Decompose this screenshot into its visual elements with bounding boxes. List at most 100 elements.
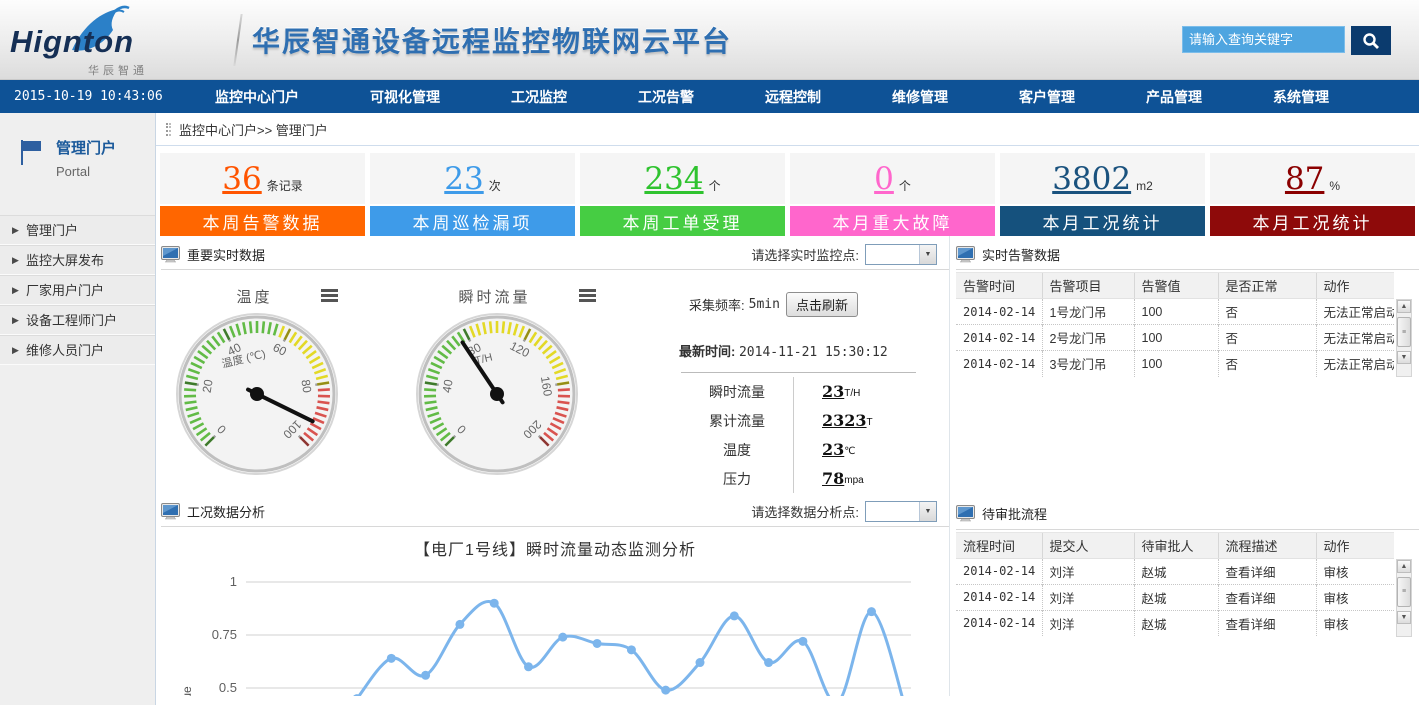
app-title: 华辰智通设备远程监控物联网云平台 bbox=[252, 20, 732, 60]
search-input[interactable] bbox=[1182, 26, 1345, 53]
table-cell: 否 bbox=[1218, 325, 1316, 351]
stat-card-3[interactable]: 0个本月重大故障 bbox=[790, 153, 995, 236]
stat-card-2[interactable]: 234个本周工单受理 bbox=[580, 153, 785, 236]
table-row[interactable]: 2014-02-143号龙门吊100否无法正常启动 bbox=[956, 351, 1394, 377]
monitor-icon bbox=[161, 246, 180, 263]
stat-value: 3802 bbox=[1052, 161, 1131, 197]
nav-item-3[interactable]: 工况告警 bbox=[638, 87, 694, 107]
arrow-right-icon: ▶ bbox=[12, 216, 19, 245]
table-cell: 无法正常启动 bbox=[1316, 325, 1394, 351]
table-cell: 100 bbox=[1134, 299, 1218, 325]
metric-label: 瞬时流量 bbox=[681, 382, 793, 402]
svg-text:40: 40 bbox=[440, 378, 456, 394]
sidebar-item-2[interactable]: ▶厂家用户门户 bbox=[0, 275, 155, 305]
logo-text: Hignton bbox=[10, 24, 134, 60]
nav-item-2[interactable]: 工况监控 bbox=[511, 87, 567, 107]
nav-item-4[interactable]: 远程控制 bbox=[765, 87, 821, 107]
temperature-gauge: 020406080100温度 (℃) bbox=[173, 310, 341, 478]
metric-row-3: 压力78mpa bbox=[681, 464, 916, 493]
column-header: 动作 bbox=[1316, 532, 1394, 558]
stat-card-0[interactable]: 36条记录本周告警数据 bbox=[160, 153, 365, 236]
column-header: 告警值 bbox=[1134, 273, 1218, 299]
metric-value-wrap: 78mpa bbox=[793, 464, 864, 493]
stat-value-area: 234个 bbox=[580, 153, 785, 204]
table-cell: 2014-02-14 bbox=[956, 584, 1042, 610]
table-cell: 刘洋 bbox=[1042, 558, 1134, 584]
column-header: 是否正常 bbox=[1218, 273, 1316, 299]
nav-items: 监控中心门户 可视化管理 工况监控 工况告警 远程控制 维修管理 客户管理 产品管理 系统管理 bbox=[215, 87, 1419, 107]
scrollbar[interactable]: ▲ ≡ ▼ bbox=[1396, 559, 1412, 637]
column-header: 提交人 bbox=[1042, 532, 1134, 558]
search-button[interactable] bbox=[1351, 26, 1391, 55]
stat-value-area: 87% bbox=[1210, 153, 1415, 204]
breadcrumb[interactable]: 监控中心门户>> 管理门户 bbox=[156, 113, 1419, 146]
table-cell: 100 bbox=[1134, 325, 1218, 351]
sidebar-item-1[interactable]: ▶ 监控大屏发布 bbox=[0, 245, 155, 275]
table-cell: 2号龙门吊 bbox=[1042, 325, 1134, 351]
nav-item-0[interactable]: 监控中心门户 bbox=[215, 87, 299, 107]
table-cell: 审核 bbox=[1316, 610, 1394, 636]
scrollbar-thumb[interactable]: ≡ bbox=[1397, 577, 1411, 607]
analysis-point-select-label: 请选择数据分析点: bbox=[751, 502, 859, 521]
scroll-up-icon[interactable]: ▲ bbox=[1397, 300, 1411, 313]
metric-value-wrap: 23℃ bbox=[793, 435, 856, 464]
table-cell: 2014-02-14 bbox=[956, 299, 1042, 325]
table-row[interactable]: 2014-02-142号龙门吊100否无法正常启动 bbox=[956, 325, 1394, 351]
stat-card-4[interactable]: 3802m2本月工况统计 bbox=[1000, 153, 1205, 236]
realtime-section-title: 重要实时数据 bbox=[187, 245, 265, 264]
hamburger-menu-icon[interactable] bbox=[579, 289, 596, 304]
stat-value: 23 bbox=[444, 161, 483, 197]
alarm-section-header: 实时告警数据 bbox=[956, 239, 1419, 270]
dropdown-arrow-icon[interactable]: ▼ bbox=[919, 502, 936, 521]
arrow-right-icon: ▶ bbox=[12, 246, 19, 275]
metric-unit: mpa bbox=[844, 475, 863, 486]
refresh-button[interactable]: 点击刷新 bbox=[786, 292, 858, 317]
table-cell: 审核 bbox=[1316, 584, 1394, 610]
stat-card-5[interactable]: 87%本月工况统计 bbox=[1210, 153, 1415, 236]
nav-item-7[interactable]: 产品管理 bbox=[1146, 87, 1202, 107]
sidebar-item-4[interactable]: ▶维修人员门户 bbox=[0, 335, 155, 365]
sidebar-item-3[interactable]: ▶设备工程师门户 bbox=[0, 305, 155, 335]
monitor-icon bbox=[956, 246, 975, 263]
monitor-point-select[interactable]: ▼ bbox=[865, 244, 937, 265]
metric-unit: T/H bbox=[844, 388, 860, 399]
main-content: 监控中心门户>> 管理门户 36条记录本周告警数据23次本周巡检漏项234个本周… bbox=[156, 113, 1419, 705]
logo: Hignton 华辰智通 bbox=[10, 6, 235, 76]
freq-label: 采集频率: bbox=[689, 295, 745, 314]
stat-card-1[interactable]: 23次本周巡检漏项 bbox=[370, 153, 575, 236]
flow-gauge: 04080120160200T/H bbox=[413, 310, 581, 478]
table-cell: 无法正常启动 bbox=[1316, 299, 1394, 325]
scrollbar-thumb[interactable]: ≡ bbox=[1397, 317, 1411, 347]
scroll-down-icon[interactable]: ▼ bbox=[1397, 351, 1411, 364]
nav-item-5[interactable]: 维修管理 bbox=[892, 87, 948, 107]
flag-icon bbox=[16, 137, 46, 167]
scrollbar[interactable]: ▲ ≡ ▼ bbox=[1396, 299, 1412, 377]
table-row[interactable]: 2014-02-14刘洋赵城查看详细审核 bbox=[956, 558, 1394, 584]
metric-unit: ℃ bbox=[844, 446, 855, 457]
breadcrumb-text: 监控中心门户>> 管理门户 bbox=[179, 120, 328, 139]
analysis-point-select-value bbox=[866, 502, 919, 521]
monitor-icon bbox=[956, 505, 975, 522]
table-row[interactable]: 2014-02-14刘洋赵城查看详细审核 bbox=[956, 610, 1394, 636]
sidebar-item-0[interactable]: ▶管理门户 bbox=[0, 215, 155, 245]
metric-value-wrap: 2323T bbox=[793, 406, 873, 435]
svg-text:1: 1 bbox=[230, 574, 237, 589]
nav-item-6[interactable]: 客户管理 bbox=[1019, 87, 1075, 107]
hamburger-menu-icon[interactable] bbox=[321, 289, 338, 304]
dropdown-arrow-icon[interactable]: ▼ bbox=[919, 245, 936, 264]
table-row[interactable]: 2014-02-14刘洋赵城查看详细审核 bbox=[956, 584, 1394, 610]
stat-unit: % bbox=[1329, 179, 1340, 193]
table-row[interactable]: 2014-02-141号龙门吊100否无法正常启动 bbox=[956, 299, 1394, 325]
stat-value: 87 bbox=[1285, 161, 1324, 197]
stat-unit: 个 bbox=[709, 177, 721, 194]
arrow-right-icon: ▶ bbox=[12, 276, 19, 305]
scroll-up-icon[interactable]: ▲ bbox=[1397, 560, 1411, 573]
table-cell: 审核 bbox=[1316, 558, 1394, 584]
scroll-down-icon[interactable]: ▼ bbox=[1397, 611, 1411, 624]
nav-item-1[interactable]: 可视化管理 bbox=[370, 87, 440, 107]
metric-label: 温度 bbox=[681, 440, 793, 460]
sidebar-item-label: 监控大屏发布 bbox=[26, 253, 104, 268]
nav-item-8[interactable]: 系统管理 bbox=[1273, 87, 1329, 107]
analysis-point-select[interactable]: ▼ bbox=[865, 501, 937, 522]
metric-value: 23 bbox=[822, 382, 844, 401]
